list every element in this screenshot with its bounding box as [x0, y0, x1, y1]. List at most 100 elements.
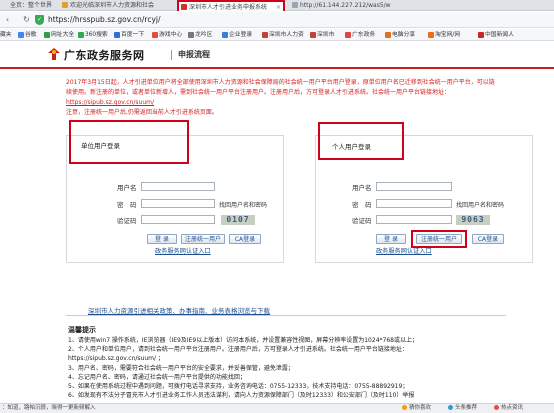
page-subtitle: 申报流程 — [178, 50, 210, 59]
page-icon — [62, 2, 68, 8]
url-input[interactable]: https://hrsspub.sz.gov.cn/rcyj/ — [48, 14, 348, 25]
password-label: 密 码 — [117, 201, 137, 209]
unit-captcha-input[interactable] — [141, 215, 215, 224]
personal-login-button[interactable]: 登 录 — [376, 234, 406, 244]
browser-tab[interactable]: 欢迎光临深圳市人力资源和社会 — [60, 0, 176, 11]
tip-item: 6、如发现有不法分子冒充市人才引进业务工作人员违法谋利，请向人力资源保障部门（及… — [68, 392, 415, 400]
unit-ca-login-button[interactable]: CA登录 — [229, 234, 261, 244]
bookmark-item[interactable]: 中国新闻人 — [478, 29, 514, 41]
paw-icon — [114, 32, 120, 38]
bookmark-item[interactable]: 广东政务 — [345, 29, 375, 41]
tab-label: 欢迎光临深圳市人力资源和社会 — [70, 2, 155, 9]
personal-login-title: 个人用户登录 — [332, 143, 371, 151]
status-icon — [402, 405, 407, 410]
site-title: 广东政务服务网 — [64, 49, 145, 62]
bookmark-item[interactable]: 深圳市人力资 — [262, 29, 304, 41]
username-label: 用户名 — [117, 184, 137, 192]
bookmark-item[interactable]: 淘宝网/网 — [428, 29, 460, 41]
unit-login-button[interactable]: 登 录 — [147, 234, 177, 244]
captcha-image[interactable]: 9063 — [456, 215, 490, 225]
bookmark-item[interactable]: 企业登录 — [222, 29, 252, 41]
header-divider — [171, 50, 172, 60]
bookmark-item[interactable]: 百度一下 — [114, 29, 144, 41]
site-icon — [262, 32, 268, 38]
site-header: 广东政务服务网 申报流程 — [0, 42, 554, 66]
unit-login-panel: 单位用户登录 用户名 密 码 找回用户名和密码 验证码 0107 登 录 注册统… — [66, 120, 284, 263]
address-bar: ‹ ↻ ✓ https://hrsspub.sz.gov.cn/rcyj/ — [0, 12, 554, 28]
unit-password-input[interactable] — [141, 199, 215, 208]
unit-username-input[interactable] — [141, 182, 215, 191]
header-red-line — [0, 67, 554, 69]
notice-text: 2017年3月15日起，人才引进单位用户将全部使用深圳市人力资源和社会保障局的社… — [66, 79, 495, 116]
bookmark-item[interactable]: 谷歌 — [18, 29, 37, 41]
personal-auth-entry-link[interactable]: 政务服务网认证入口 — [376, 246, 432, 255]
google-icon — [18, 32, 24, 38]
unit-auth-entry-link[interactable]: 政务服务网认证入口 — [155, 246, 211, 255]
bookmark-item[interactable]: 游戏中心 — [152, 29, 182, 41]
unit-register-button[interactable]: 注册统一用户 — [181, 234, 225, 244]
site-icon — [188, 32, 194, 38]
status-item[interactable]: 热点资讯 — [494, 404, 523, 413]
suum-link[interactable]: https://sipub.sz.gov.cn/suum/ — [66, 99, 154, 106]
site-icon — [222, 32, 228, 38]
username-label: 用户名 — [352, 184, 372, 192]
bookmark-item[interactable]: 360搜索 — [78, 29, 108, 41]
personal-login-panel: 个人用户登录 用户名 密 码 找回用户名和密码 验证码 9063 登 录 注册统… — [315, 122, 533, 263]
personal-username-input[interactable] — [376, 182, 452, 191]
personal-captcha-input[interactable] — [376, 215, 452, 224]
site-icon — [385, 32, 391, 38]
captcha-label: 验证码 — [352, 217, 372, 225]
close-icon[interactable]: × — [276, 2, 281, 11]
policy-downloads-link[interactable]: 深圳市人力资源引进相关政策、办事指南、业务表格浏览与下载 — [88, 305, 270, 315]
tab-label: 深圳市人才引进业务申报系统 — [189, 4, 268, 11]
personal-ca-login-button[interactable]: CA登录 — [472, 234, 504, 244]
tips-title: 温馨提示 — [68, 326, 96, 334]
tip-item: 2、个人用户和单位用户，请到社会统一用户平台注册用户。注册用户后，方可登录人才引… — [68, 346, 408, 354]
unit-login-title: 单位用户登录 — [81, 142, 120, 150]
captcha-image[interactable]: 0107 — [221, 215, 255, 225]
bookmark-item[interactable]: 深圳市 — [310, 29, 334, 41]
find-credentials-link[interactable]: 找回用户名和密码 — [219, 200, 267, 209]
tip-item: 1、请使用win7 操作系统，IE浏览器（IE9及IE9以上版本）访问本系统，并… — [68, 337, 418, 344]
section-divider — [66, 315, 506, 316]
find-credentials-link[interactable]: 找回用户名和密码 — [456, 200, 504, 209]
game-icon — [152, 32, 158, 38]
status-item[interactable]: 头条推荐 — [448, 404, 477, 413]
personal-password-input[interactable] — [376, 199, 452, 208]
gd-logo-icon — [48, 48, 60, 60]
tip-item[interactable]: https://sipub.sz.gov.cn/suum/ ； — [68, 354, 538, 363]
tip-item: 4、忘记用户名、密码，请通过社会统一用户平台提供的功能找回； — [68, 373, 246, 381]
reload-icon[interactable]: ↻ — [21, 14, 32, 25]
status-item[interactable]: 猜你喜欢 — [402, 404, 431, 413]
bookmark-item[interactable]: 网址大全 — [44, 29, 74, 41]
browser-tab-active[interactable]: 深圳市人才引进业务申报系统 × — [177, 0, 285, 11]
tips-list: 1、请使用win7 操作系统，IE浏览器（IE9及IE9以上版本）访问本系统，并… — [68, 336, 538, 400]
tab-label: 全页：整个世界 — [10, 2, 53, 9]
tip-item: 5、如果在使用系统过程中遇到问题，可拨打电话寻求支持，业务咨询电话：0755-1… — [68, 383, 409, 391]
site-icon — [44, 32, 50, 38]
back-icon[interactable]: ‹ — [2, 14, 13, 25]
browser-tab[interactable]: 全页：整个世界 — [0, 0, 58, 11]
browser-status-bar: ：知道，路帕沉很，晓得一更新频解入 猜你喜欢 头条推荐 热点资讯 — [0, 403, 554, 413]
page-icon — [292, 2, 298, 8]
secure-shield-icon[interactable]: ✓ — [35, 15, 44, 25]
site-icon — [310, 32, 316, 38]
status-text: ：知道，路帕沉很，晓得一更新频解入 — [2, 405, 96, 411]
site-icon — [345, 32, 351, 38]
browser-tab-strip: 全页：整个世界 欢迎光临深圳市人力资源和社会 深圳市人才引进业务申报系统 × h… — [0, 0, 554, 11]
taobao-icon — [428, 32, 434, 38]
password-label: 密 码 — [352, 201, 372, 209]
bookmark-item[interactable]: 龙吟区 — [188, 29, 212, 41]
status-icon — [448, 405, 453, 410]
browser-tab[interactable]: http://61.144.227.212/was5/w — [290, 0, 410, 11]
bookmark-item[interactable]: 藏夹 — [0, 29, 12, 41]
personal-register-button[interactable]: 注册统一用户 — [416, 234, 462, 244]
bookmark-item[interactable]: 电脑分享 — [385, 29, 415, 41]
status-icon — [494, 405, 499, 410]
tip-item: 3、用户名、密码，需要符合社会统一用户平台的安全要求，并妥善保管，避免泄露； — [68, 364, 294, 372]
tab-label: http://61.144.227.212/was5/w — [300, 2, 391, 9]
captcha-label: 验证码 — [117, 217, 137, 225]
bookmarks-bar: 藏夹 谷歌 网址大全 360搜索 百度一下 游戏中心 龙吟区 企业登录 深圳市人… — [0, 29, 554, 41]
page-icon — [181, 4, 187, 10]
site-icon — [478, 32, 484, 38]
